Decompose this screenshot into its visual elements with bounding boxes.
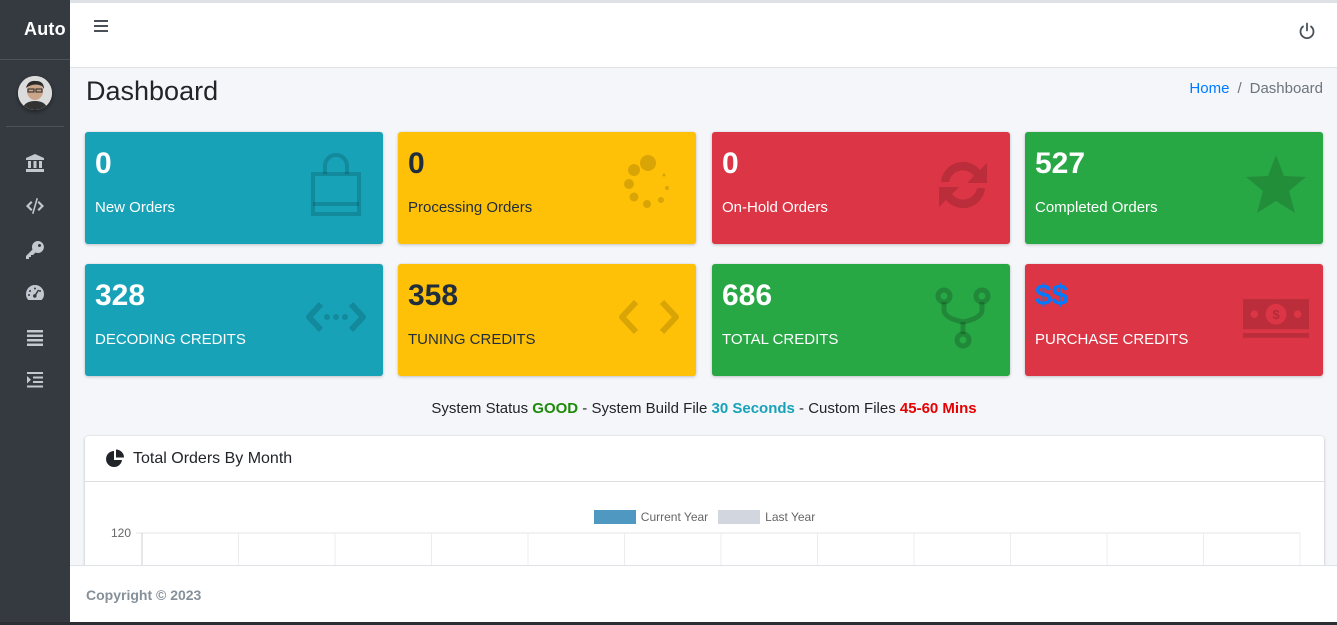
nav-item-indent[interactable] [0,359,70,403]
list-icon [27,329,43,346]
nav-item-list[interactable] [0,315,70,359]
page-title: Dashboard [86,76,219,106]
build-time-value: 30 Seconds [711,400,795,417]
box-value: 0 [95,147,112,180]
code-icon [26,198,44,215]
box-label: PURCHASE CREDITS [1035,331,1189,348]
box-value: 0 [408,147,425,180]
box-total-credits[interactable]: 686 TOTAL CREDITS [712,264,1010,376]
box-value: 527 [1035,147,1086,180]
nav-item-code[interactable] [0,185,70,229]
code-branch-icon [935,287,991,349]
user-avatar[interactable] [18,76,52,110]
code-dots-icon [306,301,366,333]
y-tick-label: 120 [111,526,131,540]
box-processing-orders[interactable]: 0 Processing Orders [398,132,696,244]
box-label: On-Hold Orders [722,199,828,216]
box-value: 328 [95,279,146,312]
box-value: $$ [1035,279,1069,312]
dashboard-gauge-icon [26,285,44,301]
status-mid1: - System Build File [578,400,712,417]
status-prefix: System Status [431,400,533,417]
box-decoding-credits[interactable]: 328 DECODING CREDITS [85,264,383,376]
card-header: Total Orders By Month [85,436,1324,482]
star-icon [1246,155,1306,213]
box-label: DECODING CREDITS [95,331,246,348]
breadcrumb-separator: / [1237,80,1242,97]
user-panel [6,60,64,127]
card-title: Total Orders By Month [133,449,293,467]
breadcrumb: Home / Dashboard [1189,80,1323,97]
nav-item-dashboard[interactable] [0,272,70,316]
box-label: New Orders [95,199,176,216]
box-on-hold-orders[interactable]: 0 On-Hold Orders [712,132,1010,244]
sidebar: Auto [0,0,70,625]
breadcrumb-current: Dashboard [1249,80,1323,97]
pie-chart-icon [106,449,124,467]
system-status-line: System Status GOOD - System Build File 3… [0,400,1337,417]
bank-icon [26,153,44,172]
indent-icon [27,372,43,388]
hamburger-icon[interactable] [94,20,108,32]
legend-label: Current Year [640,510,709,524]
box-tuning-credits[interactable]: 358 TUNING CREDITS [398,264,696,376]
box-label: Completed Orders [1035,199,1158,216]
svg-text:$: $ [1272,307,1280,322]
box-purchase-credits[interactable]: $$ PURCHASE CREDITS $ [1025,264,1323,376]
box-value: 0 [722,147,739,180]
box-new-orders[interactable]: 0 New Orders [85,132,383,244]
avatar-image [18,76,52,110]
sidebar-nav [0,127,70,402]
key-icon [26,240,44,259]
box-completed-orders[interactable]: 527 Completed Orders [1025,132,1323,244]
legend-label: Last Year [765,510,816,524]
legend-swatch [718,510,761,524]
box-value: 686 [722,279,773,312]
breadcrumb-home[interactable]: Home [1189,80,1229,97]
status-mid2: - Custom Files [794,400,900,417]
sync-icon [939,161,987,209]
box-label: TOTAL CREDITS [722,331,839,348]
nav-item-key[interactable] [0,228,70,272]
topbar [70,0,1337,68]
power-icon[interactable] [1297,21,1317,41]
legend-item-current[interactable]: Current Year [593,510,709,524]
copyright-text: Copyright © 2023 [86,587,202,603]
legend-item-last[interactable]: Last Year [718,510,815,524]
box-label: Processing Orders [408,199,533,216]
code-icon [619,299,679,335]
chart-legend: Current Year Last Year [85,510,1324,524]
box-value: 358 [408,279,459,312]
legend-swatch [593,510,636,524]
brand-text: Auto [24,19,66,39]
spinner-icon [624,155,669,208]
custom-files-value: 45-60 Mins [899,400,977,417]
status-value: GOOD [532,400,579,417]
nav-item-bank[interactable] [0,141,70,185]
brand[interactable]: Auto [0,0,70,60]
footer: Copyright © 2023 [70,565,1337,622]
shopping-bag-icon [311,153,361,216]
money-bill-icon: $ [1243,299,1309,338]
box-label: TUNING CREDITS [408,331,536,348]
